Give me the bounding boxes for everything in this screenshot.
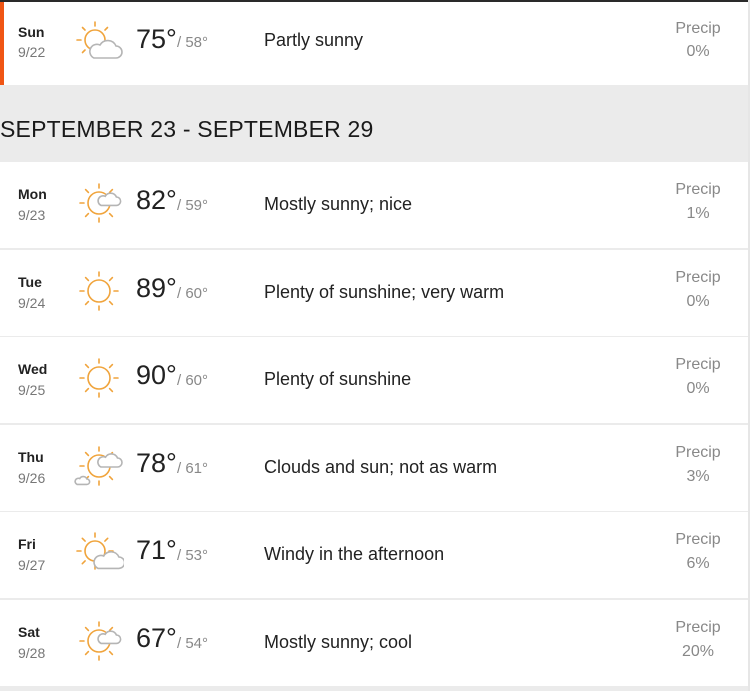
- precip-label: Precip: [675, 20, 721, 37]
- low-temp: / 60°: [177, 372, 209, 389]
- partly-sunny-icon: [76, 532, 124, 570]
- precip-label: Precip: [675, 269, 721, 286]
- precip-value: 0%: [686, 293, 710, 310]
- forecast-phrase: Partly sunny: [264, 30, 364, 50]
- daily-forecast-row-thu[interactable]: Thu 9/26 78° / 61° Clouds and sun; not a…: [0, 425, 748, 511]
- low-temp: / 54°: [177, 635, 209, 652]
- sunny-icon: [79, 358, 119, 398]
- daily-forecast-row-wed[interactable]: Wed 9/25 90° / 60° Plenty of sunshine Pr…: [0, 337, 748, 423]
- clouds-and-sun-icon: [74, 446, 123, 486]
- high-temp: 78°: [136, 448, 177, 478]
- day-date: 9/28: [18, 645, 46, 661]
- sunny-icon: [79, 271, 119, 311]
- day-date: 9/25: [18, 382, 46, 398]
- day-of-week: Thu: [18, 449, 44, 465]
- day-of-week: Sat: [18, 624, 40, 640]
- daily-forecast-row-mon[interactable]: Mon 9/23 82° / 59° Mostly sunny; nice Pr…: [0, 162, 748, 248]
- precip-label: Precip: [675, 444, 721, 461]
- high-temp: 75°: [136, 24, 177, 54]
- forecast-phrase: Mostly sunny; cool: [264, 632, 413, 652]
- low-temp: / 53°: [177, 547, 209, 564]
- low-temp: / 58°: [177, 34, 209, 51]
- high-temp: 67°: [136, 623, 177, 653]
- precip-label: Precip: [675, 619, 721, 636]
- day-date: 9/23: [18, 207, 46, 223]
- forecast-phrase: Windy in the afternoon: [264, 544, 445, 564]
- precip-value: 0%: [686, 43, 710, 60]
- mostly-sunny-icon: [79, 621, 122, 661]
- mostly-sunny-icon: [79, 183, 122, 223]
- daily-forecast-row-tue[interactable]: Tue 9/24 89° / 60° Plenty of sunshine; v…: [0, 250, 748, 336]
- day-of-week: Tue: [18, 274, 42, 290]
- precip-value: 3%: [686, 468, 710, 485]
- precip-value: 1%: [686, 205, 710, 222]
- partly-sunny-icon: [76, 21, 123, 59]
- day-of-week: Wed: [18, 361, 48, 377]
- day-date: 9/26: [18, 470, 46, 486]
- low-temp: / 59°: [177, 197, 209, 214]
- day-date: 9/24: [18, 295, 46, 311]
- precip-label: Precip: [675, 181, 721, 198]
- daily-forecast-row-sat[interactable]: Sat 9/28 67° / 54° Mostly sunny; cool Pr…: [0, 600, 748, 686]
- precip-value: 20%: [681, 643, 715, 660]
- precip-value: 0%: [686, 380, 710, 397]
- low-temp: / 61°: [177, 460, 209, 477]
- forecast-phrase: Mostly sunny; nice: [264, 194, 413, 214]
- high-temp: 82°: [136, 185, 177, 215]
- precip-value: 6%: [686, 555, 710, 572]
- precip-label: Precip: [675, 356, 721, 373]
- low-temp: / 60°: [177, 285, 209, 302]
- week-section-header: SEPTEMBER 23 - SEPTEMBER 29: [0, 85, 750, 161]
- day-date: 9/22: [18, 44, 46, 60]
- day-of-week: Mon: [18, 186, 47, 202]
- day-of-week: Fri: [18, 536, 36, 552]
- forecast-phrase: Plenty of sunshine: [264, 369, 412, 389]
- high-temp: 89°: [136, 273, 177, 303]
- week-range-title: SEPTEMBER 23 - SEPTEMBER 29: [0, 116, 374, 142]
- daily-forecast-row-today[interactable]: Sun 9/22 75° / 58° Partly sunny Precip 0…: [0, 2, 748, 85]
- day-of-week: Sun: [18, 24, 45, 40]
- forecast-phrase: Plenty of sunshine; very warm: [264, 282, 505, 302]
- high-temp: 90°: [136, 360, 177, 390]
- day-date: 9/27: [18, 557, 46, 573]
- daily-forecast-row-fri[interactable]: Fri 9/27 71° / 53° Windy in the afternoo…: [0, 512, 748, 598]
- precip-label: Precip: [675, 531, 721, 548]
- forecast-phrase: Clouds and sun; not as warm: [264, 457, 498, 477]
- high-temp: 71°: [136, 535, 177, 565]
